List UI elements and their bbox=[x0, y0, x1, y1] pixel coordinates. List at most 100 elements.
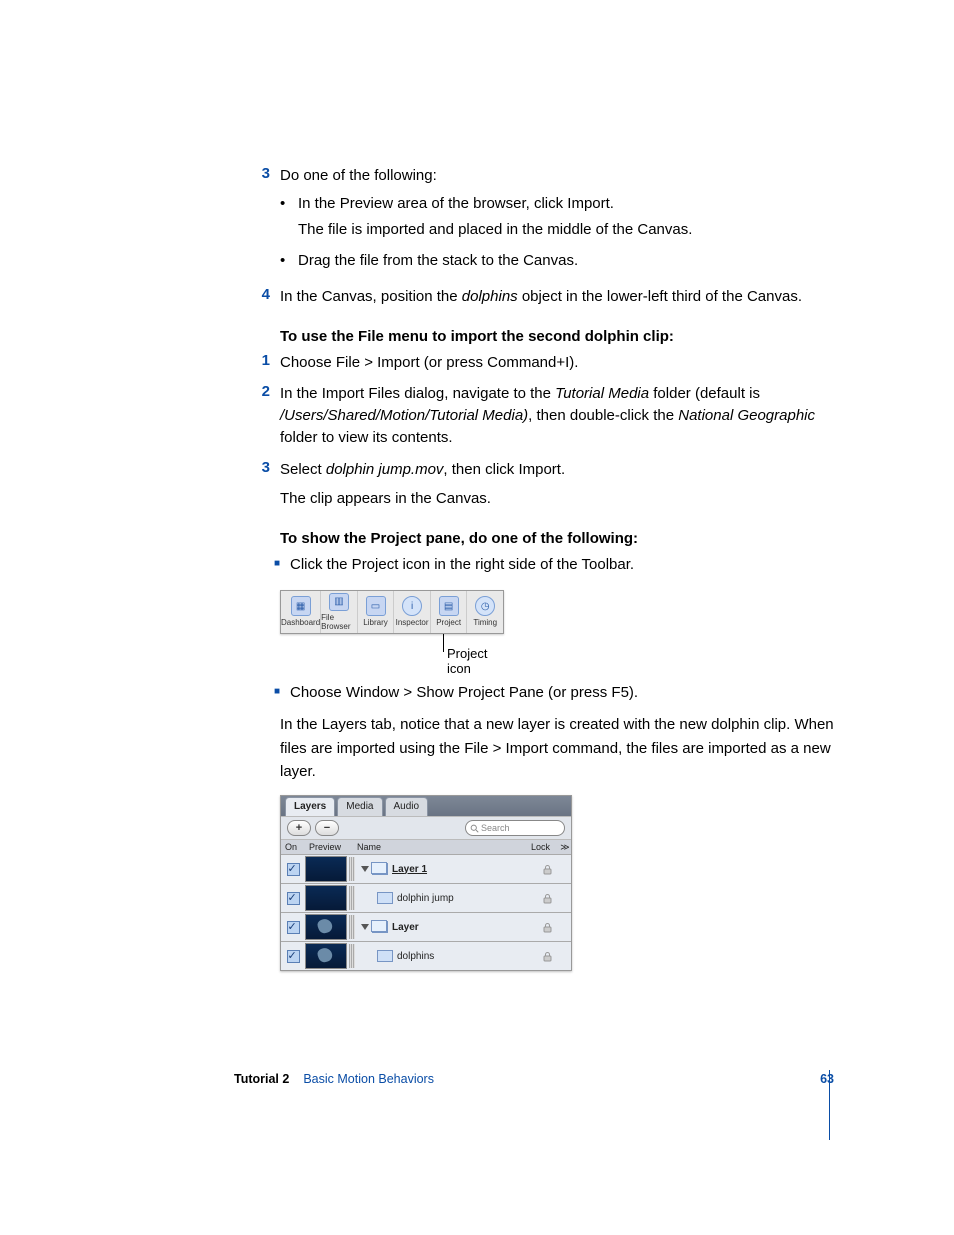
text: Choose File > Import (or press bbox=[280, 354, 487, 371]
row-name: Layer bbox=[361, 921, 535, 933]
toolbar-btn-timing[interactable]: ◷ Timing bbox=[467, 591, 503, 633]
lock-icon bbox=[542, 864, 553, 875]
text: Select bbox=[280, 461, 326, 478]
layer-row[interactable]: Layer bbox=[281, 913, 571, 942]
callout-line bbox=[443, 634, 444, 652]
on-cell bbox=[281, 921, 305, 934]
toolbar-figure: ▦ Dashboard ▥ File Browser ▭ Library i I… bbox=[280, 590, 504, 664]
text: , then double-click the bbox=[528, 407, 678, 424]
checkbox[interactable] bbox=[287, 950, 300, 963]
col-lock: Lock bbox=[531, 842, 559, 852]
lock-cell[interactable] bbox=[535, 951, 559, 962]
grip-icon[interactable] bbox=[349, 944, 355, 968]
step-number: 2 bbox=[234, 383, 280, 448]
step-body: In the Import Files dialog, navigate to … bbox=[280, 383, 834, 448]
on-cell bbox=[281, 892, 305, 905]
checkbox[interactable] bbox=[287, 863, 300, 876]
page-footer: Tutorial 2 Basic Motion Behaviors 63 bbox=[234, 1072, 834, 1086]
clip-icon bbox=[377, 950, 393, 962]
text: object in the lower-left third of the Ca… bbox=[518, 288, 802, 305]
toolbar-label: Dashboard bbox=[281, 618, 320, 627]
row-name: dolphins bbox=[361, 950, 535, 962]
col-preview: Preview bbox=[309, 842, 353, 852]
grip-icon[interactable] bbox=[349, 857, 355, 881]
square-bullet-icon: ■ bbox=[234, 554, 290, 576]
file-browser-icon: ▥ bbox=[329, 593, 349, 611]
key-text: F5 bbox=[611, 684, 629, 701]
step-number: 4 bbox=[234, 286, 280, 308]
bullet-dot-icon: • bbox=[280, 193, 298, 215]
project-icon: ▤ bbox=[439, 596, 459, 616]
step-3: 3 Do one of the following: • In the Prev… bbox=[234, 165, 834, 276]
text: ). bbox=[569, 354, 578, 371]
key-text: Command+I bbox=[487, 354, 569, 371]
col-on: On bbox=[281, 842, 309, 852]
callout-label: Project icon bbox=[447, 646, 504, 676]
toolbar-btn-dashboard[interactable]: ▦ Dashboard bbox=[281, 591, 321, 633]
search-icon bbox=[470, 824, 479, 833]
col-name: Name bbox=[353, 842, 531, 852]
layer-stack-icon bbox=[372, 863, 388, 875]
italic-text: dolphins bbox=[462, 288, 518, 305]
timing-icon: ◷ bbox=[475, 596, 495, 616]
tab-audio[interactable]: Audio bbox=[385, 797, 429, 816]
toolbar-btn-project[interactable]: ▤ Project bbox=[431, 591, 468, 633]
column-headers: On Preview Name Lock ≫ bbox=[281, 840, 571, 855]
tab-layers[interactable]: Layers bbox=[285, 797, 335, 816]
lock-cell[interactable] bbox=[535, 893, 559, 904]
remove-button[interactable]: − bbox=[315, 820, 339, 836]
lock-cell[interactable] bbox=[535, 922, 559, 933]
step-body: In the Canvas, position the dolphins obj… bbox=[280, 286, 834, 308]
text: folder to view its contents. bbox=[280, 429, 453, 446]
square-bullet-icon: ■ bbox=[234, 682, 290, 704]
step-body: Do one of the following: • In the Previe… bbox=[280, 165, 834, 276]
preview-thumb bbox=[305, 914, 347, 940]
checkbox[interactable] bbox=[287, 892, 300, 905]
toolbar-btn-file-browser[interactable]: ▥ File Browser bbox=[321, 591, 358, 633]
layers-toolbar: + − Search bbox=[281, 816, 571, 840]
checkbox[interactable] bbox=[287, 921, 300, 934]
step-4: 4 In the Canvas, position the dolphins o… bbox=[234, 286, 834, 308]
tab-media[interactable]: Media bbox=[337, 797, 382, 816]
toolbar-label: File Browser bbox=[321, 613, 357, 631]
bullet-dot-icon: • bbox=[280, 250, 298, 272]
grip-icon[interactable] bbox=[349, 886, 355, 910]
layer-stack-icon bbox=[372, 921, 388, 933]
bullet-text: In the Preview area of the browser, clic… bbox=[298, 193, 834, 215]
add-button[interactable]: + bbox=[287, 820, 311, 836]
layer-row[interactable]: dolphin jump bbox=[281, 884, 571, 913]
inspector-icon: i bbox=[402, 596, 422, 616]
text: ). bbox=[629, 684, 638, 701]
followup-text: The file is imported and placed in the m… bbox=[298, 219, 834, 241]
on-cell bbox=[281, 950, 305, 963]
step-body: Choose File > Import (or press Command+I… bbox=[280, 352, 834, 374]
disclosure-triangle-icon[interactable] bbox=[361, 924, 369, 930]
layer-row[interactable]: dolphins bbox=[281, 942, 571, 970]
bullet-text: Click the Project icon in the right side… bbox=[290, 554, 834, 576]
disclosure-triangle-icon[interactable] bbox=[361, 866, 369, 872]
step-number: 3 bbox=[234, 459, 280, 511]
file-step-3: 3 Select dolphin jump.mov, then click Im… bbox=[234, 459, 834, 511]
toolbar-label: Timing bbox=[473, 618, 497, 627]
action-bullet: ■ Choose Window > Show Project Pane (or … bbox=[234, 682, 834, 704]
sub-bullet: • In the Preview area of the browser, cl… bbox=[280, 193, 834, 215]
file-step-1: 1 Choose File > Import (or press Command… bbox=[234, 352, 834, 374]
toolbar: ▦ Dashboard ▥ File Browser ▭ Library i I… bbox=[280, 590, 504, 634]
library-icon: ▭ bbox=[366, 596, 386, 616]
text: , then click Import. bbox=[443, 461, 565, 478]
toolbar-btn-library[interactable]: ▭ Library bbox=[358, 591, 395, 633]
search-input[interactable]: Search bbox=[465, 820, 565, 836]
text: In the Canvas, position the bbox=[280, 288, 462, 305]
layer-row[interactable]: Layer 1 bbox=[281, 855, 571, 884]
grip-icon[interactable] bbox=[349, 915, 355, 939]
lock-icon bbox=[542, 893, 553, 904]
italic-text: dolphin jump.mov bbox=[326, 461, 444, 478]
toolbar-label: Library bbox=[363, 618, 387, 627]
preview-thumb bbox=[305, 856, 347, 882]
toolbar-btn-inspector[interactable]: i Inspector bbox=[394, 591, 431, 633]
row-label: Layer bbox=[392, 922, 419, 933]
text: folder (default is bbox=[649, 385, 760, 402]
row-name: dolphin jump bbox=[361, 892, 535, 904]
paragraph: In the Layers tab, notice that a new lay… bbox=[280, 713, 834, 783]
lock-cell[interactable] bbox=[535, 864, 559, 875]
